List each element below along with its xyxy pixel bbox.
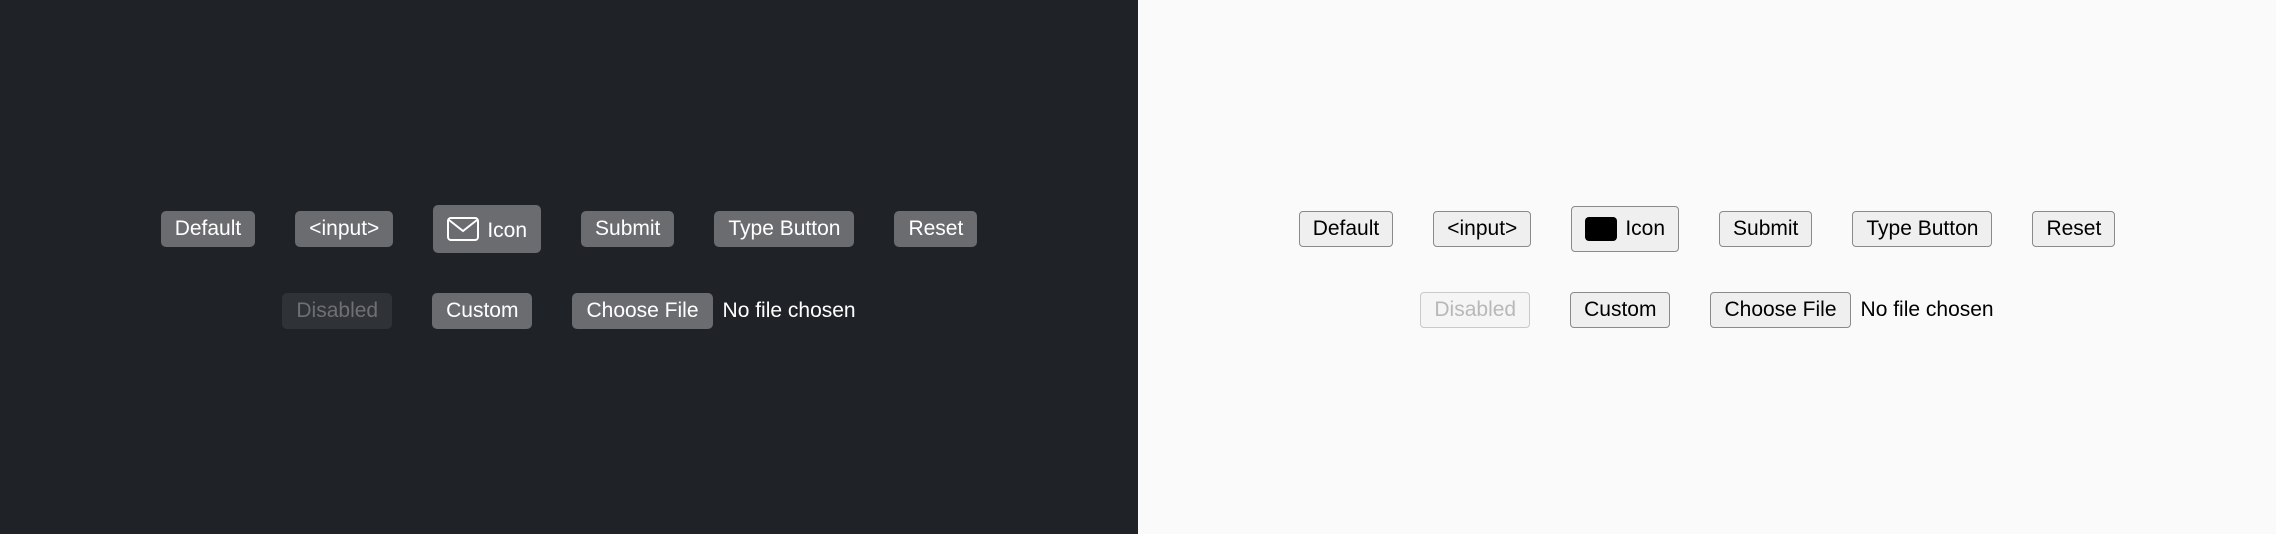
button-row-2: Disabled Custom Choose File No file chos… bbox=[282, 293, 855, 329]
image-placeholder-icon bbox=[1585, 217, 1617, 241]
custom-button[interactable]: Custom bbox=[1570, 292, 1670, 328]
icon-button-label: Icon bbox=[1625, 217, 1665, 241]
file-input-group: Choose File No file chosen bbox=[572, 293, 855, 329]
icon-button[interactable]: Icon bbox=[1571, 206, 1679, 252]
disabled-button: Disabled bbox=[282, 293, 392, 329]
dark-theme-panel: Default <input> Icon Submit Type Button … bbox=[0, 0, 1138, 534]
submit-button[interactable]: Submit bbox=[1719, 211, 1812, 247]
button-row-1: Default <input> Icon Submit Type Button … bbox=[161, 205, 978, 253]
choose-file-button[interactable]: Choose File bbox=[572, 293, 712, 329]
type-button[interactable]: Type Button bbox=[714, 211, 854, 247]
default-button[interactable]: Default bbox=[161, 211, 256, 247]
light-theme-panel: Default <input> Icon Submit Type Button … bbox=[1138, 0, 2276, 534]
reset-button[interactable]: Reset bbox=[894, 211, 977, 247]
reset-button[interactable]: Reset bbox=[2032, 211, 2115, 247]
file-input-group: Choose File No file chosen bbox=[1710, 292, 1993, 328]
custom-button[interactable]: Custom bbox=[432, 293, 532, 329]
icon-button-label: Icon bbox=[487, 219, 527, 243]
button-row-1: Default <input> Icon Submit Type Button … bbox=[1299, 206, 2116, 252]
icon-button[interactable]: Icon bbox=[433, 205, 541, 253]
envelope-icon bbox=[447, 215, 479, 243]
default-button[interactable]: Default bbox=[1299, 211, 1394, 247]
button-row-2: Disabled Custom Choose File No file chos… bbox=[1420, 292, 1993, 328]
input-button[interactable]: <input> bbox=[295, 211, 393, 247]
choose-file-button[interactable]: Choose File bbox=[1710, 292, 1850, 328]
file-status-label: No file chosen bbox=[1861, 298, 1994, 322]
input-button[interactable]: <input> bbox=[1433, 211, 1531, 247]
type-button[interactable]: Type Button bbox=[1852, 211, 1992, 247]
submit-button[interactable]: Submit bbox=[581, 211, 674, 247]
file-status-label: No file chosen bbox=[723, 299, 856, 323]
disabled-button: Disabled bbox=[1420, 292, 1530, 328]
